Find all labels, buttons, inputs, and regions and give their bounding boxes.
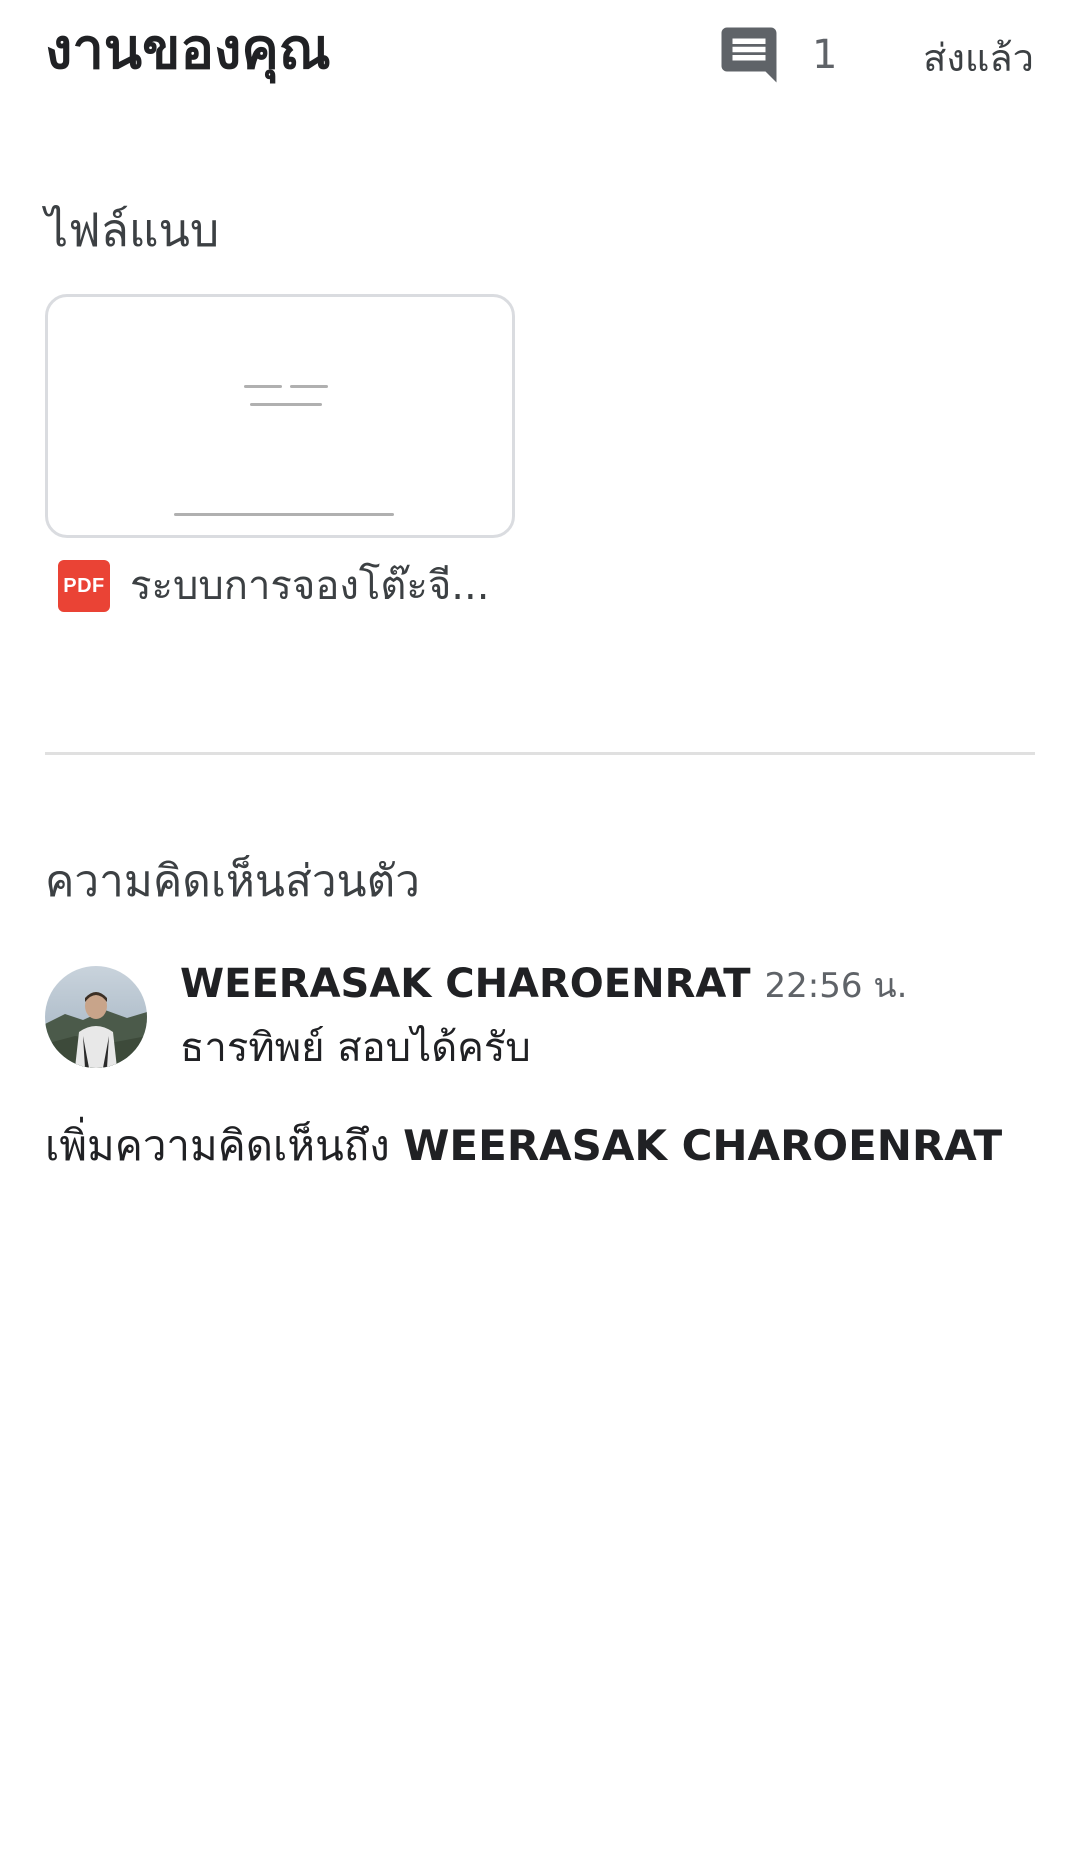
attachment-name: ระบบการจองโต๊ะจี... [130, 563, 490, 609]
comment-text: ธารทิพย์ สอบได้ครับ [180, 1025, 531, 1071]
attachment-thumbnail[interactable] [45, 294, 515, 538]
private-comments-button[interactable]: 1 [716, 20, 886, 90]
comment-author: WEERASAK CHAROENRAT 22:56 น. [180, 956, 907, 1014]
comment-icon [721, 27, 777, 83]
comment-count: 1 [812, 32, 838, 78]
add-comment-placeholder: เพิ่มความคิดเห็นถึง [45, 1121, 390, 1170]
user-avatar-image [45, 966, 147, 1068]
add-comment-input[interactable]: เพิ่มความคิดเห็นถึง WEERASAK CHAROENRAT [45, 1116, 1002, 1176]
section-divider [45, 752, 1035, 755]
comment-timestamp: 22:56 น. [764, 966, 908, 1006]
avatar [45, 966, 147, 1068]
submission-status: ส่งแล้ว [923, 36, 1034, 80]
attachments-heading: ไฟล์แนบ [45, 203, 220, 257]
page-title: งานของคุณ [45, 17, 331, 82]
attachment-item[interactable]: PDF ระบบการจองโต๊ะจี... [58, 556, 518, 616]
add-comment-recipient: WEERASAK CHAROENRAT [403, 1121, 1003, 1170]
comment-author-name: WEERASAK CHAROENRAT [180, 961, 751, 1007]
pdf-file-icon: PDF [58, 560, 110, 612]
private-comments-heading: ความคิดเห็นส่วนตัว [45, 856, 420, 907]
